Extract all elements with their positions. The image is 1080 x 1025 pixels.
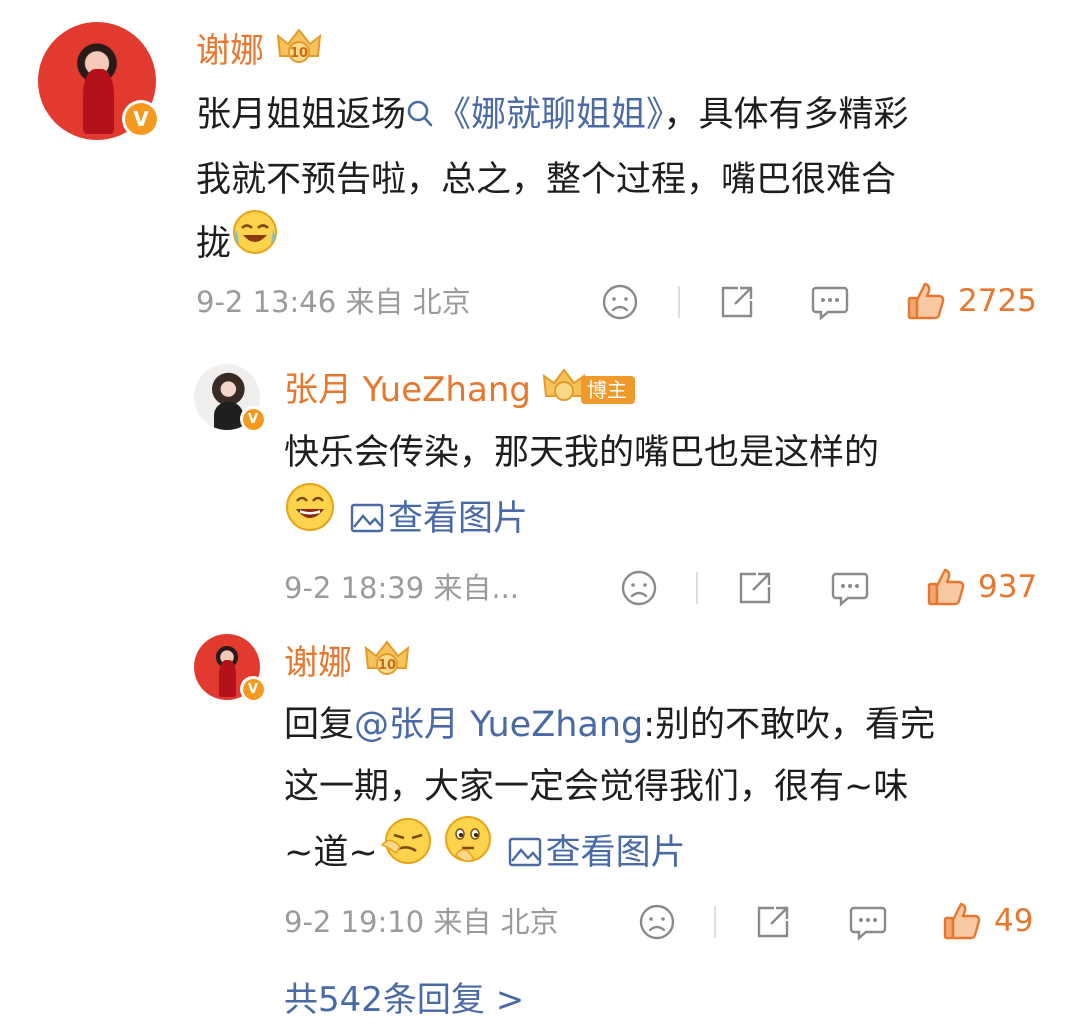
username-text[interactable]: 谢娜	[284, 643, 352, 683]
reply-text-line1: 快乐会传染，那天我的嘴巴也是这样的	[284, 433, 880, 473]
comment-button[interactable]	[830, 570, 870, 608]
search-icon	[406, 87, 434, 149]
reply-text: 快乐会传染，那天我的嘴巴也是这样的 查看图片	[284, 422, 1054, 556]
host-badge: 博主	[580, 375, 635, 404]
reply-prefix: 回复	[284, 705, 355, 745]
dislike-button[interactable]	[601, 283, 639, 321]
more-replies-link[interactable]: 共542条回复 >	[284, 980, 524, 1020]
thumb-up-icon	[927, 568, 965, 606]
comment-button[interactable]	[848, 904, 888, 942]
like-count: 937	[978, 569, 1038, 605]
grin-emoji	[284, 481, 336, 553]
view-image-link[interactable]: 查看图片	[336, 499, 528, 539]
username-text[interactable]: 张月 YueZhang	[284, 370, 531, 410]
share-button[interactable]	[718, 283, 756, 321]
laugh-cry-emoji	[231, 208, 279, 276]
frown-icon	[621, 570, 657, 606]
share-button[interactable]	[754, 903, 792, 941]
verified-badge: V	[240, 676, 266, 702]
image-icon	[350, 492, 384, 554]
like-count: 49	[994, 903, 1034, 939]
frown-icon	[639, 904, 675, 940]
level-crown-icon: 10	[274, 26, 324, 75]
username[interactable]: 张月 YueZhang 博主	[284, 368, 635, 415]
username[interactable]: 谢娜 10	[196, 28, 324, 77]
view-image-text[interactable]: 查看图片	[546, 833, 686, 873]
dislike-button[interactable]	[620, 569, 658, 607]
like-button[interactable]: 49	[942, 900, 1033, 942]
reply-meta: 9-2 19:10 来自 北京	[284, 905, 559, 939]
comment-button[interactable]	[810, 284, 850, 322]
comment-text-line2: 我就不预告啦，总之，整个过程，嘴巴很难合	[196, 160, 897, 200]
username-text[interactable]: 谢娜	[196, 31, 264, 71]
level-number: 10	[378, 658, 396, 673]
comment-icon	[811, 286, 849, 321]
comment-text-prefix: 张月姐姐返场	[196, 95, 407, 135]
topic-link-text[interactable]: 《娜就聊姐姐》	[436, 95, 664, 135]
smirk-emoji	[378, 815, 436, 887]
comment-icon	[831, 572, 869, 607]
verified-badge: V	[122, 100, 160, 138]
divider	[678, 286, 680, 318]
thumb-up-icon	[907, 282, 945, 320]
reply-text-suffix: :别的不敢吹，看完	[643, 705, 936, 745]
reply-text: 回复@张月 YueZhang:别的不敢吹，看完 这一期，大家一定会觉得我们，很有…	[284, 694, 1054, 890]
share-icon	[739, 572, 771, 604]
frown-icon	[602, 284, 638, 320]
comment-meta: 9-2 13:46 来自 北京	[196, 285, 471, 319]
avatar[interactable]: V	[194, 364, 266, 432]
thinking-emoji	[442, 815, 494, 887]
share-button[interactable]	[736, 569, 774, 607]
image-icon	[508, 826, 542, 888]
divider	[696, 572, 698, 604]
like-count: 2725	[958, 283, 1037, 319]
dislike-button[interactable]	[638, 903, 676, 941]
mention-link[interactable]: @张月 YueZhang	[354, 705, 643, 745]
comment-text-suffix: ，具体有多精彩	[663, 95, 909, 135]
view-image-link[interactable]: 查看图片	[494, 833, 686, 873]
username[interactable]: 谢娜 10	[284, 640, 412, 689]
topic-link[interactable]: 《娜就聊姐姐》	[406, 95, 664, 135]
verified-badge: V	[240, 406, 266, 432]
level-number: 10	[290, 46, 308, 61]
avatar[interactable]: V	[38, 22, 160, 140]
comment-text-line3: 拢	[196, 224, 232, 264]
divider	[714, 906, 716, 938]
avatar[interactable]: V	[194, 634, 266, 702]
reply-text-line2: 这一期，大家一定会觉得我们，很有~味	[284, 767, 909, 807]
reply-meta: 9-2 18:39 来自...	[284, 571, 520, 605]
view-image-text[interactable]: 查看图片	[388, 499, 528, 539]
like-button[interactable]: 2725	[906, 280, 1037, 322]
comment-text: 张月姐姐返场 《娜就聊姐姐》，具体有多精彩 我就不预告啦，总之，整个过程，嘴巴很难…	[196, 84, 1056, 279]
like-button[interactable]: 937	[926, 566, 1037, 608]
level-crown-icon: 10	[362, 638, 412, 687]
reply-text-line3: ~道~	[284, 833, 378, 873]
comment-icon	[849, 906, 887, 941]
share-icon	[721, 286, 753, 318]
thumb-up-icon	[943, 902, 981, 940]
share-icon	[757, 906, 789, 938]
